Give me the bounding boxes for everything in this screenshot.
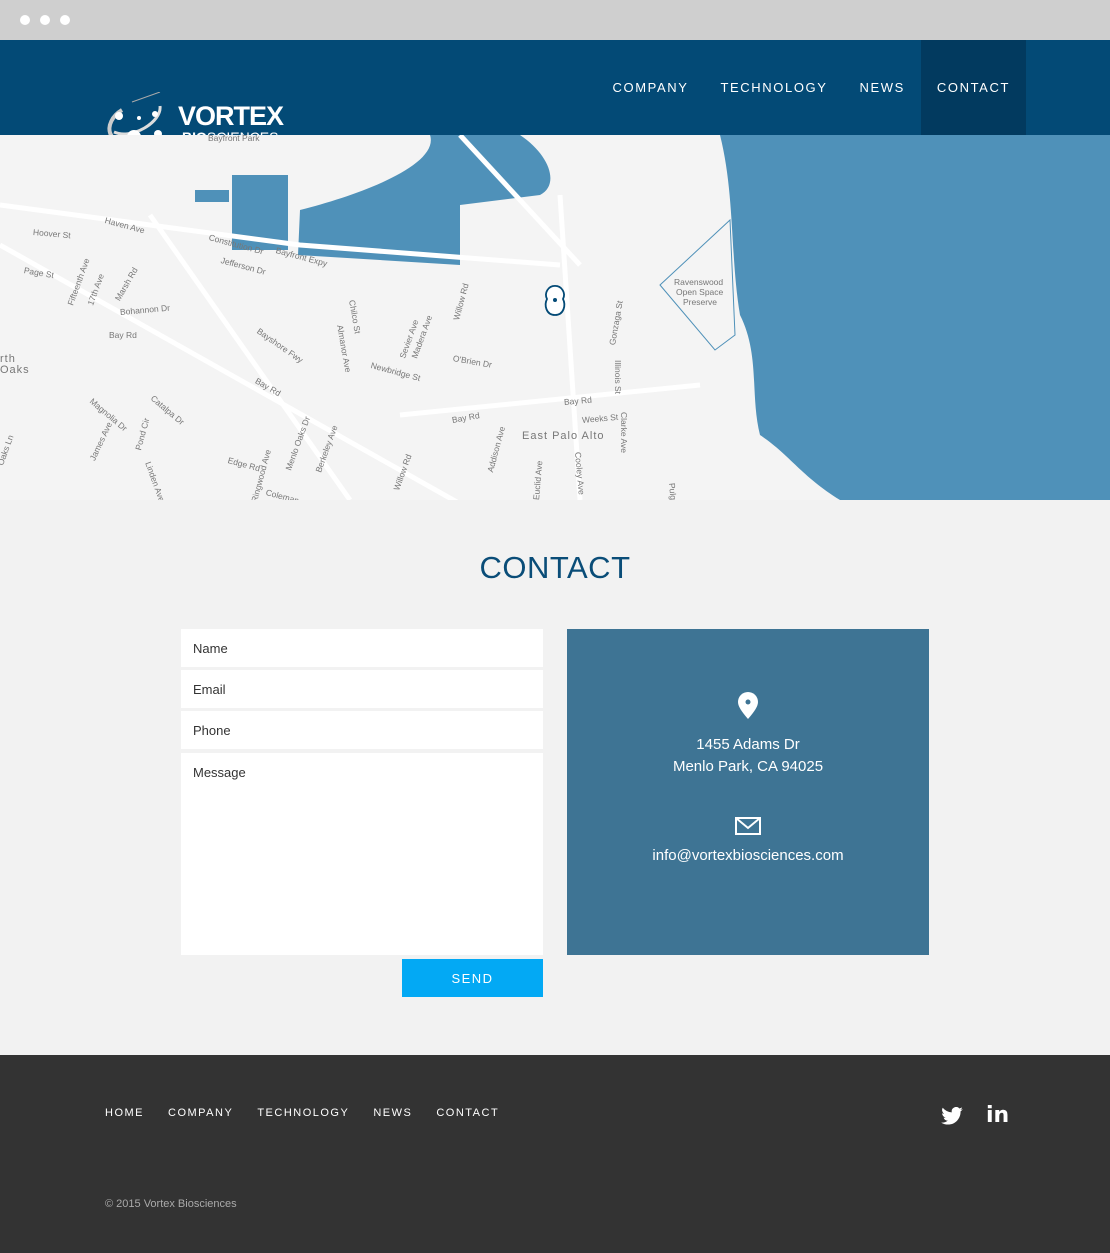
email-field[interactable]: Email [181, 670, 543, 708]
footer-nav-technology[interactable]: TECHNOLOGY [257, 1107, 349, 1119]
map-label: Ravenswood [674, 277, 724, 287]
site-footer: HOME COMPANY TECHNOLOGY NEWS CONTACT in … [0, 1055, 1110, 1253]
nav-contact[interactable]: CONTACT [920, 40, 1026, 135]
map-graphic [0, 135, 1110, 500]
map-label: Illinois St [613, 360, 623, 395]
contact-info-panel: 1455 Adams Dr Menlo Park, CA 94025 info@… [567, 629, 929, 955]
twitter-icon[interactable] [941, 1107, 963, 1125]
location-pin-icon [738, 692, 758, 719]
map-label: Clarke Ave [619, 412, 629, 453]
browser-chrome [0, 0, 1110, 40]
email-link[interactable]: info@vortexbiosciences.com [567, 847, 929, 864]
window-dot [60, 15, 70, 25]
address-line-2: Menlo Park, CA 94025 [672, 758, 824, 775]
page-title: CONTACT [479, 550, 631, 585]
footer-nav-contact[interactable]: CONTACT [436, 1107, 499, 1119]
map-label: Oaks [0, 364, 30, 376]
send-button[interactable]: SEND [402, 959, 543, 997]
map-label: Bayfront Park [208, 135, 260, 143]
map-label: Open Space [676, 287, 724, 297]
address-line-1: 1455 Adams Dr [696, 736, 800, 753]
nav-news[interactable]: NEWS [844, 40, 921, 135]
mail-icon [735, 817, 761, 835]
map-label: Preserve [683, 297, 718, 307]
name-field[interactable]: Name [181, 629, 543, 667]
map-label: East Palo Alto [522, 430, 605, 442]
copyright: © 2015 Vortex Biosciences [105, 1198, 237, 1210]
main-nav: COMPANY TECHNOLOGY NEWS CONTACT [597, 40, 1026, 135]
footer-nav-news[interactable]: NEWS [373, 1107, 412, 1119]
map-label: Bay Rd [109, 330, 137, 340]
nav-company[interactable]: COMPANY [597, 40, 705, 135]
window-dot [20, 15, 30, 25]
window-dot [40, 15, 50, 25]
footer-nav-company[interactable]: COMPANY [168, 1107, 233, 1119]
linkedin-icon[interactable]: in [986, 1103, 1009, 1128]
message-field[interactable]: Message [181, 753, 543, 955]
map-pin-icon [544, 285, 566, 316]
footer-nav: HOME COMPANY TECHNOLOGY NEWS CONTACT [105, 1107, 499, 1119]
phone-field[interactable]: Phone [181, 711, 543, 749]
nav-technology[interactable]: TECHNOLOGY [705, 40, 844, 135]
site-header: VORTEX BIOSCIENCES COMPANY TECHNOLOGY NE… [0, 40, 1110, 146]
location-map[interactable]: Bayfront Park Haven Ave Hoover St Constitut… [0, 135, 1110, 500]
footer-nav-home[interactable]: HOME [105, 1107, 144, 1119]
